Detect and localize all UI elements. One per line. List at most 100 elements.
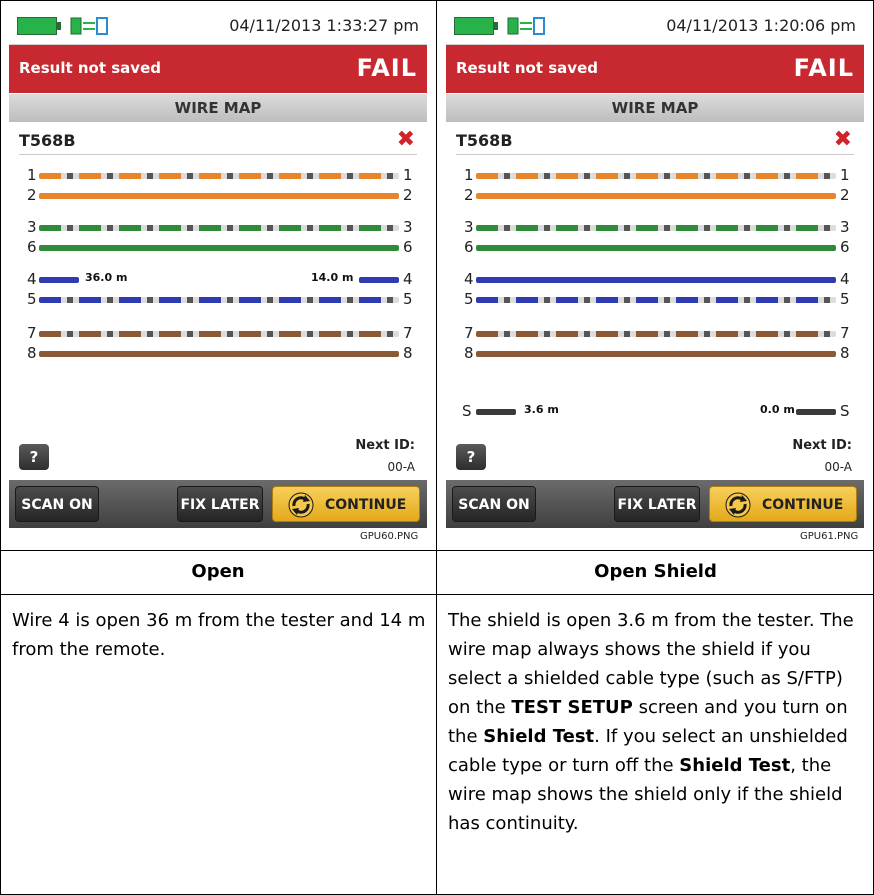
pin-7-right: 7 — [403, 324, 413, 342]
wire-6 — [476, 245, 836, 251]
fail-x-icon: ✖ — [833, 127, 852, 152]
button-bar: SCAN ON FIX LATER CONTINUE — [9, 480, 427, 528]
wire-map-title: WIRE MAP — [446, 94, 864, 122]
row-divider — [0, 550, 874, 551]
status-bar: 04/11/2013 1:33:27 pm — [9, 8, 427, 45]
shield-test-term: Shield Test — [679, 755, 791, 776]
result-bar: Result not saved FAIL — [446, 45, 864, 93]
pin-2-left: 2 — [464, 186, 474, 204]
standard-label: T568B — [456, 131, 513, 150]
link-status-icon — [70, 17, 108, 35]
pin-3-right: 3 — [403, 218, 413, 236]
next-id-label: Next ID: — [355, 438, 415, 453]
wire-2 — [39, 193, 399, 199]
standard-row: T568B ✖ — [456, 126, 854, 155]
battery-icon — [17, 17, 57, 35]
pin-shield-right: S — [840, 402, 850, 420]
pin-8-left: 8 — [464, 344, 474, 362]
wire-4-tester-segment — [39, 277, 79, 283]
continue-button[interactable]: CONTINUE — [272, 486, 420, 522]
continue-label: CONTINUE — [325, 497, 407, 513]
pin-3-right: 3 — [840, 218, 850, 236]
wire-3 — [476, 225, 836, 231]
wire-7 — [39, 331, 399, 337]
image-caption: GPU61.PNG — [800, 531, 859, 542]
right-screenshot-cell: 04/11/2013 1:20:06 pm Result not saved F… — [437, 0, 873, 550]
pin-4-right: 4 — [840, 270, 850, 288]
pin-6-right: 6 — [840, 238, 850, 256]
continue-label: CONTINUE — [762, 497, 844, 513]
help-button[interactable]: ? — [456, 444, 486, 470]
result-bar: Result not saved FAIL — [9, 45, 427, 93]
refresh-icon — [725, 492, 751, 518]
fix-later-button[interactable]: FIX LATER — [177, 486, 263, 522]
pin-7-left: 7 — [27, 324, 37, 342]
battery-tip — [57, 22, 61, 30]
shield-remote-segment — [796, 409, 836, 415]
scan-on-button[interactable]: SCAN ON — [452, 486, 536, 522]
pin-6-left: 6 — [464, 238, 474, 256]
pin-5-left: 5 — [464, 290, 474, 308]
wire-2 — [476, 193, 836, 199]
date-time: 04/11/2013 1:33:27 pm — [229, 16, 419, 35]
wire-4-remote-segment — [359, 277, 399, 283]
pin-8-right: 8 — [840, 344, 850, 362]
image-caption: GPU60.PNG — [360, 531, 419, 542]
pin-8-right: 8 — [403, 344, 413, 362]
continue-button[interactable]: CONTINUE — [709, 486, 857, 522]
wire-7 — [476, 331, 836, 337]
fail-status: FAIL — [793, 54, 854, 82]
wire-3 — [39, 225, 399, 231]
pin-7-left: 7 — [464, 324, 474, 342]
shield-open-distance-tester: 3.6 m — [524, 403, 559, 416]
pin-2-left: 2 — [27, 186, 37, 204]
standard-row: T568B ✖ — [19, 126, 417, 155]
shield-test-term: Shield Test — [483, 726, 595, 747]
fail-status: FAIL — [356, 54, 417, 82]
left-description: Wire 4 is open 36 m from the tester and … — [12, 610, 426, 660]
pin-8-left: 8 — [27, 344, 37, 362]
result-message: Result not saved — [456, 59, 598, 77]
standard-label: T568B — [19, 131, 76, 150]
status-bar: 04/11/2013 1:20:06 pm — [446, 8, 864, 45]
pin-5-left: 5 — [27, 290, 37, 308]
pin-2-right: 2 — [840, 186, 850, 204]
wire-8 — [476, 351, 836, 357]
shield-open-distance-remote: 0.0 m — [760, 403, 795, 416]
wire-map-title: WIRE MAP — [9, 94, 427, 122]
pin-3-left: 3 — [27, 218, 37, 236]
left-heading: Open — [191, 561, 245, 582]
pin-5-right: 5 — [403, 290, 413, 308]
link-status-icon — [507, 17, 545, 35]
wire-4-open-distance-tester: 36.0 m — [85, 271, 128, 284]
pin-4-right: 4 — [403, 270, 413, 288]
fix-later-button[interactable]: FIX LATER — [614, 486, 700, 522]
right-description: The shield is open 3.6 m from the tester… — [448, 606, 868, 838]
pin-4-left: 4 — [27, 270, 37, 288]
next-id-label: Next ID: — [792, 438, 852, 453]
help-button[interactable]: ? — [19, 444, 49, 470]
left-screenshot-cell: 04/11/2013 1:33:27 pm Result not saved F… — [0, 0, 436, 550]
pin-1-left: 1 — [464, 166, 474, 184]
battery-icon — [454, 17, 494, 35]
pin-1-left: 1 — [27, 166, 37, 184]
shield-tester-segment — [476, 409, 516, 415]
wire-6 — [39, 245, 399, 251]
wire-5 — [39, 297, 399, 303]
pin-7-right: 7 — [840, 324, 850, 342]
scan-on-button[interactable]: SCAN ON — [15, 486, 99, 522]
pin-4-left: 4 — [464, 270, 474, 288]
pin-1-right: 1 — [840, 166, 850, 184]
pin-5-right: 5 — [840, 290, 850, 308]
row-divider — [0, 594, 874, 595]
wire-1 — [476, 173, 836, 179]
battery-tip — [494, 22, 498, 30]
wire-4 — [476, 277, 836, 283]
pin-6-left: 6 — [27, 238, 37, 256]
wire-8 — [39, 351, 399, 357]
pin-2-right: 2 — [403, 186, 413, 204]
tester-screen: 04/11/2013 1:20:06 pm Result not saved F… — [446, 8, 864, 528]
button-bar: SCAN ON FIX LATER CONTINUE — [446, 480, 864, 528]
refresh-icon — [288, 492, 314, 518]
pin-shield-left: S — [462, 402, 472, 420]
